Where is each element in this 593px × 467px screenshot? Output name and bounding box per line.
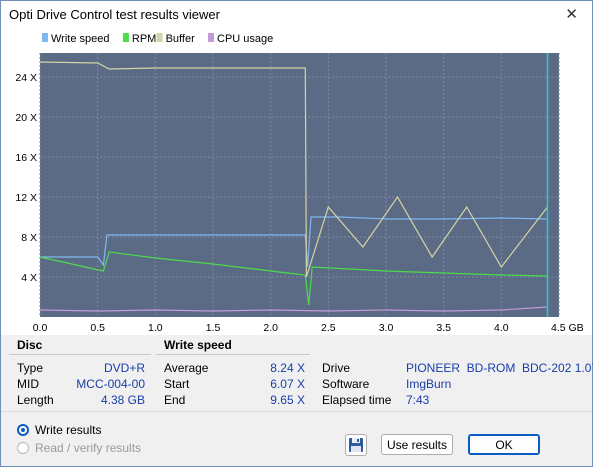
x-tick-label: 0.0 xyxy=(33,322,48,334)
disc-type-value: DVD+R xyxy=(103,361,145,375)
software-value: ImgBurn xyxy=(406,377,452,391)
x-tick-label: 2.0 xyxy=(263,322,278,334)
x-tick-label: 4.5 GB xyxy=(551,322,584,334)
y-tick-label: 4 X xyxy=(21,272,37,284)
average-label: Average xyxy=(164,361,209,375)
ok-button[interactable]: OK xyxy=(468,434,540,455)
legend-swatch-rpm xyxy=(122,33,129,42)
legend-label-write-speed: Write speed xyxy=(51,33,110,45)
write-speed-heading: Write speed xyxy=(164,338,232,352)
x-tick-label: 4.0 xyxy=(494,322,509,334)
end-value: 9.65 X xyxy=(270,393,305,407)
legend-swatch-cpu-usage xyxy=(208,33,214,42)
x-tick-label: 1.0 xyxy=(148,322,163,334)
radio-unselected-icon xyxy=(17,442,29,454)
results-viewer-window: Opti Drive Control test results viewer ✕… xyxy=(0,0,593,467)
legend-label-rpm: RPM xyxy=(132,33,156,45)
y-tick-label: 24 X xyxy=(15,72,37,84)
software-label: Software xyxy=(322,377,370,391)
window-title: Opti Drive Control test results viewer xyxy=(9,7,220,22)
disc-mid-label: MID xyxy=(17,377,39,391)
average-value: 8.24 X xyxy=(270,361,305,375)
start-value: 6.07 X xyxy=(270,377,305,391)
x-tick-label: 3.5 xyxy=(436,322,451,334)
x-tick-label: 2.5 xyxy=(321,322,336,334)
y-tick-label: 16 X xyxy=(15,152,37,164)
write-results-label: Write results xyxy=(35,423,102,437)
x-tick-label: 3.0 xyxy=(379,322,394,334)
end-label: End xyxy=(164,393,186,407)
legend-swatch-write-speed xyxy=(42,33,48,42)
elapsed-time-value: 7:43 xyxy=(406,393,430,407)
elapsed-time-label: Elapsed time xyxy=(322,393,392,407)
disc-heading: Disc xyxy=(17,338,43,352)
title-bar: Opti Drive Control test results viewer ✕ xyxy=(1,1,592,29)
save-icon xyxy=(349,438,363,452)
x-tick-label: 0.5 xyxy=(90,322,105,334)
write-results-radio[interactable]: Write results xyxy=(17,423,101,437)
chart-area: Write speed RPM Buffer CPU usage 4 X 8 X 12 X… xyxy=(1,29,592,335)
bottom-divider xyxy=(1,411,592,412)
legend-label-cpu-usage: CPU usage xyxy=(217,33,273,45)
drive-value: PIONEER BD-ROM BDC-202 1.07 xyxy=(406,361,593,375)
save-button[interactable] xyxy=(345,434,367,456)
disc-divider xyxy=(9,354,151,355)
close-icon[interactable]: ✕ xyxy=(565,5,578,23)
x-tick-label: 1.5 xyxy=(206,322,221,334)
disc-type-label: Type xyxy=(17,361,44,375)
y-tick-label: 8 X xyxy=(21,232,37,244)
use-results-button[interactable]: Use results xyxy=(381,434,453,455)
read-verify-results-label: Read / verify results xyxy=(35,441,142,455)
y-tick-label: 12 X xyxy=(15,192,37,204)
legend-label-buffer: Buffer xyxy=(166,33,195,45)
start-label: Start xyxy=(164,377,190,391)
y-tick-label: 20 X xyxy=(15,112,37,124)
write-speed-chart: Write speed RPM Buffer CPU usage 4 X 8 X 12 X… xyxy=(15,33,584,334)
disc-length-value: 4.38 GB xyxy=(100,393,145,407)
write-speed-divider xyxy=(156,354,310,355)
radio-selected-icon xyxy=(17,424,29,436)
disc-mid-value: MCC-004-00 xyxy=(76,377,145,391)
read-verify-results-radio[interactable]: Read / verify results xyxy=(17,441,141,455)
legend-swatch-buffer xyxy=(156,33,163,42)
drive-label: Drive xyxy=(322,361,351,375)
